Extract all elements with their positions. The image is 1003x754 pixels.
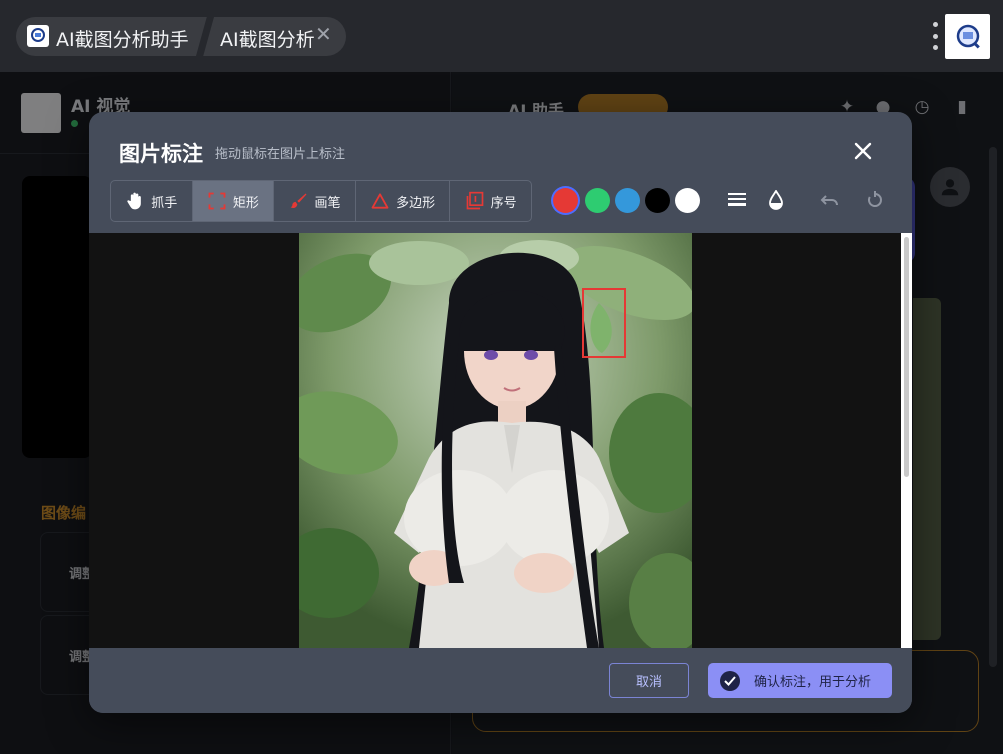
line-width-icon[interactable]	[726, 189, 748, 211]
tool-number-label: 序号	[490, 195, 517, 211]
tool-group: 抓手 矩形 画笔 多边形 序号	[110, 180, 532, 222]
color-swatch-red[interactable]	[553, 188, 578, 213]
tool-brush-label: 画笔	[314, 195, 341, 211]
more-menu-icon[interactable]	[930, 22, 940, 50]
magnifier-logo-icon	[956, 24, 980, 49]
color-swatch-green[interactable]	[585, 188, 610, 213]
tool-hand[interactable]: 抓手	[111, 181, 193, 221]
dialog-title: 图片标注	[119, 142, 203, 166]
tool-polygon-label: 多边形	[396, 195, 436, 211]
tool-brush[interactable]: 画笔	[274, 181, 356, 221]
canvas-scroll-thumb[interactable]	[904, 237, 909, 477]
opacity-icon[interactable]	[765, 189, 787, 211]
tool-polygon[interactable]: 多边形	[356, 181, 451, 221]
brand-logo	[945, 14, 990, 59]
annotation-toolbar: 抓手 矩形 画笔 多边形 序号	[89, 180, 912, 233]
cancel-button[interactable]: 取消	[609, 663, 689, 698]
check-circle-icon	[720, 670, 740, 691]
confirm-label: 确认标注，用于分析	[754, 675, 872, 690]
triangle-icon	[371, 193, 389, 209]
window-titlebar: AI截图分析助手 AI截图分析 ✕	[0, 0, 1003, 72]
dialog-close-button[interactable]	[848, 136, 878, 166]
annotated-image[interactable]	[299, 233, 692, 648]
tool-rectangle[interactable]: 矩形	[192, 181, 275, 221]
rectangle-select-icon	[208, 192, 226, 210]
annotation-dialog: 图片标注 拖动鼠标在图片上标注 抓手 矩形 画笔 多边形 序号 取消 确认标注，…	[89, 112, 912, 713]
color-swatch-white[interactable]	[675, 188, 700, 213]
tool-rectangle-label: 矩形	[232, 195, 259, 211]
app-logo-icon	[27, 25, 49, 47]
close-icon	[854, 142, 872, 160]
dialog-subtitle: 拖动鼠标在图片上标注	[215, 147, 346, 162]
photo-illustration	[299, 233, 692, 648]
color-swatch-blue[interactable]	[615, 188, 640, 213]
confirm-annotation-button[interactable]: 确认标注，用于分析	[708, 663, 892, 698]
dialog-footer: 取消 确认标注，用于分析	[89, 648, 912, 713]
tab-close-icon[interactable]: ✕	[315, 24, 332, 44]
tool-hand-label: 抓手	[151, 195, 178, 211]
undo-icon[interactable]	[819, 189, 841, 211]
app-title[interactable]: AI截图分析助手	[56, 25, 189, 52]
redo-icon[interactable]	[864, 189, 886, 211]
rectangle-annotation[interactable]	[582, 288, 626, 358]
hand-icon	[127, 192, 142, 210]
number-badge-icon	[466, 191, 484, 210]
brush-icon	[290, 193, 307, 208]
tab-ai-screenshot[interactable]: AI截图分析	[220, 25, 315, 52]
color-swatch-black[interactable]	[645, 188, 670, 213]
tool-number[interactable]: 序号	[450, 181, 531, 221]
